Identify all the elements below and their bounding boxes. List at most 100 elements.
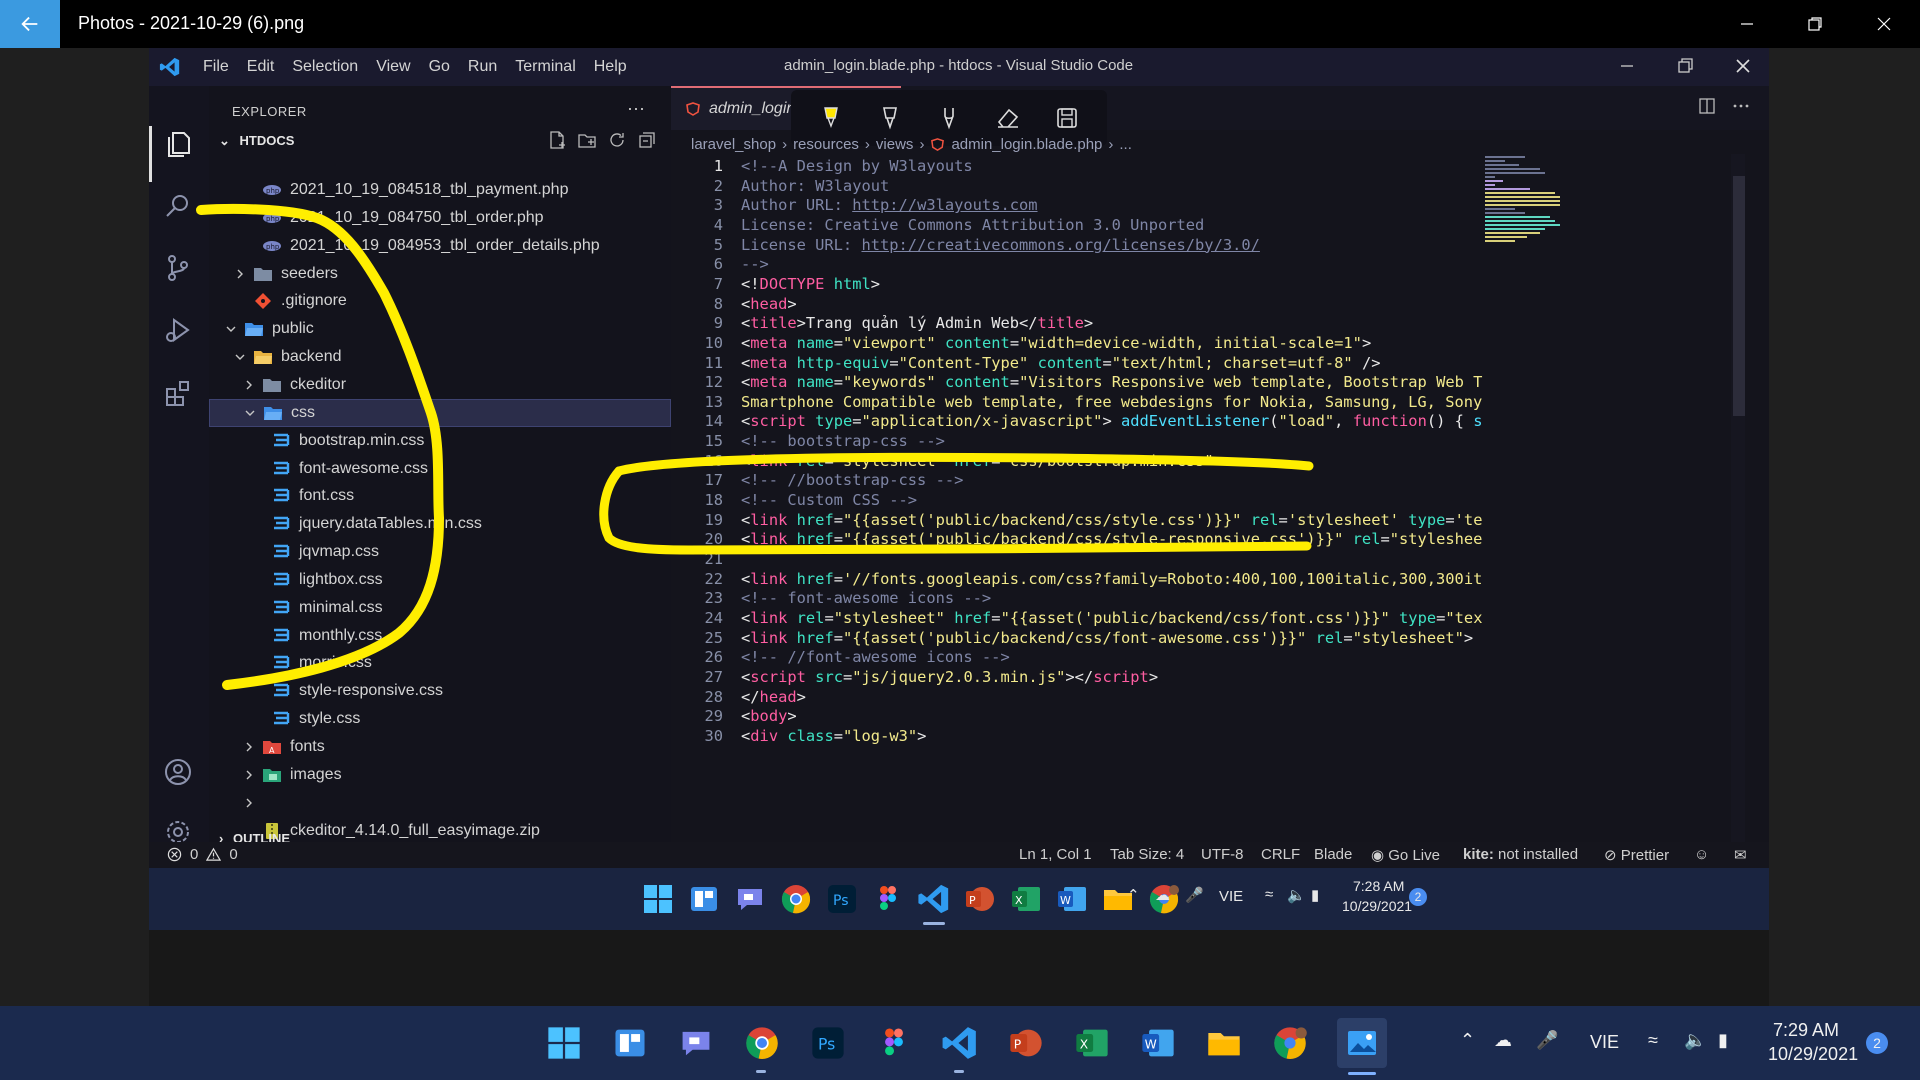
chrome-taskbar-icon[interactable] [743,1024,781,1062]
vscode-restore-icon[interactable] [1675,56,1695,76]
cursor-position[interactable]: Ln 1, Col 1 [1019,846,1092,863]
ballpoint-pen-icon[interactable] [876,104,904,132]
minimap[interactable] [1483,154,1563,274]
tree-item[interactable]: seeders [209,260,671,288]
breadcrumb-symbols[interactable]: ... [1119,136,1132,153]
tree-item[interactable]: images [209,761,671,789]
pencil-icon[interactable] [935,104,963,132]
search-activity[interactable] [162,190,194,222]
word-taskbar-icon[interactable]: W [1139,1024,1177,1062]
save-icon[interactable] [1053,104,1081,132]
chevron-right-icon[interactable] [242,796,256,810]
tree-item[interactable]: Afonts [209,733,671,761]
tree-item[interactable]: php 2021_10_19_084953_tbl_order_details.p… [209,232,671,260]
tree-item[interactable] [209,789,671,817]
scrollbar-thumb[interactable] [1733,176,1745,416]
chevron-down-icon[interactable] [243,406,257,420]
tree-item[interactable]: morris.css [209,649,671,677]
notification-badge[interactable]: 2 [1866,1032,1888,1054]
more-actions-icon[interactable] [1731,96,1751,116]
start-button-icon[interactable] [545,1024,583,1062]
new-folder-icon[interactable] [577,130,597,150]
teams-chat-icon[interactable] [733,882,767,916]
tree-item[interactable]: font-awesome.css [209,455,671,483]
minimize-button[interactable] [1713,0,1781,48]
split-editor-icon[interactable] [1697,96,1717,116]
tree-item[interactable]: css [209,398,671,427]
tab-size[interactable]: Tab Size: 4 [1110,846,1184,863]
clock-time[interactable]: 7:29 AM [1773,1020,1839,1041]
feedback-icon[interactable]: ☺ [1694,846,1709,863]
refresh-icon[interactable] [607,130,627,150]
widgets-taskbar-icon[interactable] [611,1024,649,1062]
go-live-button[interactable]: ◉ Go Live [1371,846,1440,864]
tree-item[interactable]: minimal.css [209,594,671,622]
tree-item[interactable]: style.css [209,705,671,733]
chevron-right-icon[interactable] [233,267,247,281]
run-debug-activity[interactable] [162,314,194,346]
collapse-all-icon[interactable] [637,130,657,150]
extensions-activity[interactable] [162,376,194,408]
clock-date[interactable]: 10/29/2021 [1768,1044,1858,1065]
photos-taskbar-icon[interactable] [1337,1018,1387,1068]
inner-notification-badge[interactable]: 2 [1409,888,1427,906]
breadcrumb-file[interactable]: admin_login.blade.php [951,136,1102,153]
inner-clock-date[interactable]: 10/29/2021 [1342,898,1412,914]
tray-chevron-icon[interactable]: ⌃ [1460,1030,1475,1051]
code-line[interactable]: 30 <div class="log-w3"> [671,724,1769,748]
explorer-activity[interactable] [162,128,194,160]
tree-item[interactable]: style-responsive.css [209,677,671,705]
start-icon[interactable] [641,882,675,916]
breadcrumb-resources[interactable]: resources [793,136,859,153]
menu-file[interactable]: File [203,58,229,76]
menu-edit[interactable]: Edit [247,58,275,76]
file-encoding[interactable]: UTF-8 [1201,846,1244,863]
figma-icon[interactable] [871,882,905,916]
menu-terminal[interactable]: Terminal [515,58,575,76]
tree-item[interactable]: php 2021_10_19_084518_tbl_payment.php [209,176,671,204]
chevron-right-icon[interactable] [242,378,256,392]
menu-view[interactable]: View [376,58,410,76]
tree-item[interactable]: bootstrap.min.css [209,427,671,455]
chrome-profile-taskbar-icon[interactable] [1271,1024,1309,1062]
widgets-icon[interactable] [687,882,721,916]
tree-item[interactable]: jqvmap.css [209,538,671,566]
battery-tray-icon[interactable]: ▮ [1718,1030,1728,1051]
chevron-down-icon[interactable] [233,350,247,364]
inner-clock-time[interactable]: 7:28 AM [1353,878,1404,894]
tree-item[interactable]: ckeditor [209,371,671,399]
source-control-activity[interactable] [162,252,194,284]
menu-run[interactable]: Run [468,58,497,76]
microphone-tray-icon[interactable]: 🎤 [1536,1030,1558,1051]
tree-item[interactable]: public [209,315,671,343]
end-of-line[interactable]: CRLF [1261,846,1300,863]
excel-taskbar-icon[interactable]: X [1073,1024,1111,1062]
chat-taskbar-icon[interactable] [677,1024,715,1062]
language-mode[interactable]: Blade [1314,846,1352,863]
new-file-icon[interactable] [547,130,567,150]
menu-go[interactable]: Go [429,58,450,76]
tree-item[interactable]: .gitignore [209,287,671,315]
tree-item[interactable]: lightbox.css [209,566,671,594]
language-indicator[interactable]: VIE [1590,1032,1619,1053]
chevron-down-icon[interactable] [224,322,238,336]
menu-help[interactable]: Help [594,58,627,76]
highlighter-pen-icon[interactable] [817,104,845,132]
close-button[interactable] [1850,0,1918,48]
powerpoint-icon[interactable]: P [963,882,997,916]
explorer-more-button[interactable]: ··· [627,98,645,119]
vscode-close-icon[interactable] [1733,56,1753,76]
tree-item[interactable]: jquery.dataTables.min.css [209,510,671,538]
onedrive-tray-icon[interactable]: ☁ [1494,1030,1512,1051]
workspace-root[interactable]: ⌄ HTDOCS [219,133,294,149]
onedrive-icon[interactable]: ☁ [1155,886,1170,904]
vscode-taskbar-icon[interactable] [917,882,951,916]
chrome-icon[interactable] [779,882,813,916]
wifi-icon[interactable]: ≈ [1265,886,1273,903]
prettier-status[interactable]: ⊘ Prettier [1604,846,1669,864]
photoshop-icon[interactable]: Ps [825,882,859,916]
battery-icon[interactable]: ▮ [1311,886,1319,904]
kite-status[interactable]: kite: not installed [1463,846,1578,863]
volume-tray-icon[interactable]: 🔈 [1684,1030,1706,1051]
back-button[interactable] [0,0,60,48]
